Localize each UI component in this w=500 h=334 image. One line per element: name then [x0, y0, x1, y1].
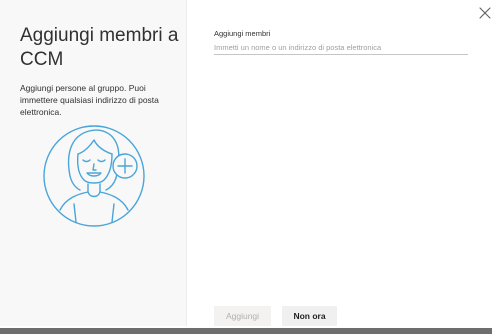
dialog-description: Aggiungi persone al gruppo. Puoi immette… [20, 83, 159, 117]
not-now-button[interactable]: Non ora [282, 306, 337, 326]
members-input[interactable] [214, 40, 468, 55]
close-icon [479, 7, 491, 19]
info-pane: Aggiungi membri a CCM Aggiungi persone a… [0, 0, 187, 326]
add-members-dialog: Aggiungi membri a CCM Aggiungi persone a… [0, 0, 500, 334]
person-add-illustration [43, 125, 145, 227]
add-button[interactable]: Aggiungi [214, 306, 271, 326]
scrollbar-end [492, 328, 500, 334]
horizontal-scrollbar[interactable] [0, 328, 500, 334]
close-button[interactable] [476, 4, 494, 22]
dialog-title: Aggiungi membri a CCM [20, 25, 179, 70]
members-field-label: Aggiungi membri [214, 29, 271, 38]
